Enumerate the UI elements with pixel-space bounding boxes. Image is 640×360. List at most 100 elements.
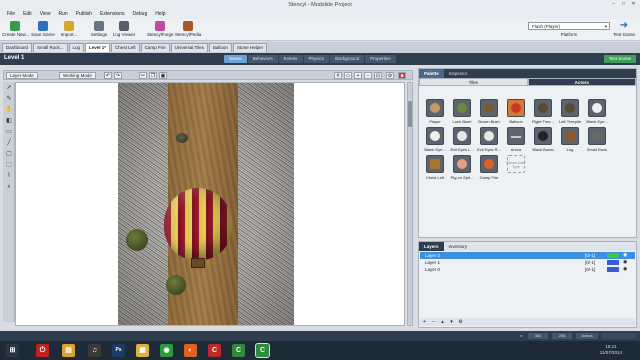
small-rock-actor[interactable] <box>176 133 188 143</box>
chrome-icon[interactable]: ◉ <box>160 344 173 357</box>
working-mode-button[interactable]: Working Mode <box>59 72 96 79</box>
view-icon[interactable]: ▭ <box>344 72 352 79</box>
actor-balloon[interactable]: Balloon <box>504 99 528 124</box>
close-icon[interactable]: ✕ <box>629 1 638 8</box>
actor-evil-eyes-r[interactable]: Evil Eyes R... <box>477 127 501 152</box>
pencil-icon[interactable]: ✎ <box>4 95 14 104</box>
select-icon[interactable]: ⬚ <box>4 161 14 170</box>
minimize-icon[interactable]: – <box>609 1 618 8</box>
folder-icon[interactable]: ▤ <box>62 344 75 357</box>
menu-run[interactable]: Run <box>54 10 71 19</box>
actor-evil-eyes-l[interactable]: Evil Eyes L... <box>450 127 474 152</box>
magnify-icon[interactable]: ⌕ <box>4 183 14 192</box>
status-slider[interactable] <box>602 333 636 339</box>
bush-actor[interactable] <box>166 275 186 295</box>
layer-row-1[interactable]: Layer 1 [0/-1] ◉ <box>420 259 635 266</box>
tab-dashboard[interactable]: Dashboard <box>2 43 33 52</box>
test-game-button[interactable]: ➜ Test Game <box>611 21 637 38</box>
tab-background[interactable]: Background <box>330 55 365 63</box>
menu-edit[interactable]: Edit <box>19 10 36 19</box>
balloon-actor[interactable] <box>164 188 232 260</box>
import-button[interactable]: Import... <box>56 21 82 40</box>
actor-blank-eye[interactable]: Blank Eye... <box>585 99 609 124</box>
tab-actors[interactable]: Actors <box>527 78 636 86</box>
save-game-button[interactable]: Save Game <box>30 21 56 40</box>
tab-scene[interactable]: Scene <box>224 55 247 63</box>
actor-left-treepile[interactable]: Left Treepile <box>558 99 582 124</box>
actor-right-tree[interactable]: Right Tree... <box>531 99 555 124</box>
layer-row-2[interactable]: Layer 2 [0/-1] ◉ <box>420 252 635 259</box>
add-layer-icon[interactable]: + <box>420 318 429 326</box>
move-up-icon[interactable]: ▴ <box>438 318 447 326</box>
move-down-icon[interactable]: ▾ <box>447 318 456 326</box>
tab-inventory[interactable]: Inventory <box>444 242 473 251</box>
test-scene-button[interactable]: Test Scene <box>603 55 636 63</box>
tab-physics[interactable]: Physics <box>303 55 330 63</box>
undo-icon[interactable]: ↶ <box>104 72 112 79</box>
menu-debug[interactable]: Debug <box>129 10 152 19</box>
grid-icon[interactable]: # <box>334 72 342 79</box>
paste-icon[interactable]: ▣ <box>159 72 167 79</box>
tab-inspector[interactable]: Inspector <box>444 69 473 78</box>
actor-chest-left[interactable]: Chest Left <box>423 155 447 180</box>
tab-small-rock[interactable]: Small Rock... <box>33 43 68 52</box>
menu-publish[interactable]: Publish <box>72 10 96 19</box>
bush-actor[interactable] <box>126 229 148 251</box>
tab-tiles[interactable]: Tiles <box>419 78 528 86</box>
platform-dropdown[interactable]: Flash (Player) <box>528 22 610 30</box>
maximize-icon[interactable]: □ <box>619 1 628 8</box>
tab-balloon[interactable]: Balloon <box>208 43 232 52</box>
rect-icon[interactable]: ▢ <box>4 150 14 159</box>
layer-row-0[interactable]: Layer 0 [0/-1] ◉ <box>420 266 635 273</box>
scene-canvas[interactable] <box>15 82 405 326</box>
zoom-fit-icon[interactable]: ⊡ <box>374 72 382 79</box>
zoom-in-icon[interactable]: + <box>354 72 362 79</box>
tab-chest-left[interactable]: Chest Left <box>111 43 140 52</box>
eraser-icon[interactable]: ▭ <box>4 128 14 137</box>
photoshop-icon[interactable]: Ps <box>112 344 125 357</box>
stencylforge-button[interactable]: StencylForge <box>147 21 174 40</box>
fill-icon[interactable]: ◧ <box>4 117 14 126</box>
layer-settings-icon[interactable]: ⚙ <box>456 318 465 326</box>
app-c2-icon[interactable]: C <box>232 344 245 357</box>
actor-small-rock[interactable]: Small Rock <box>585 127 609 152</box>
hand-icon[interactable]: ✋ <box>4 106 14 115</box>
actor-camp-fire[interactable]: Camp Fire <box>477 155 501 180</box>
settings-button[interactable]: Settings <box>86 21 112 40</box>
create-actor-type-button[interactable]: Create Actor Type <box>504 155 528 173</box>
menu-file[interactable]: File <box>3 10 19 19</box>
tab-properties[interactable]: Properties <box>365 55 396 63</box>
eyedropper-icon[interactable]: ⌇ <box>4 172 14 181</box>
copy-icon[interactable]: ❐ <box>149 72 157 79</box>
actor-lush-bush[interactable]: Lush Bush <box>450 99 474 124</box>
actor-black-bomb[interactable]: Black Bomb <box>531 127 555 152</box>
layer-mode-button[interactable]: Layer Mode <box>6 72 38 79</box>
eye-icon[interactable]: ◉ <box>623 259 627 266</box>
actor-arrow[interactable]: Arrow <box>504 127 528 152</box>
actor-pig-on-spit[interactable]: Pig on Spit... <box>450 155 474 180</box>
eye-icon[interactable]: ◉ <box>623 252 627 259</box>
tab-palette[interactable]: Palette <box>419 69 444 78</box>
app-c-icon[interactable]: C <box>208 344 221 357</box>
create-new-button[interactable]: Create New... <box>2 21 29 40</box>
settings-icon[interactable]: ⚙ <box>386 72 394 79</box>
stencylpedia-button[interactable]: StencylPedia <box>175 21 201 40</box>
delete-icon[interactable]: ■ <box>398 72 406 79</box>
menu-view[interactable]: View <box>36 10 55 19</box>
cut-icon[interactable]: ✂ <box>139 72 147 79</box>
redo-icon[interactable]: ↷ <box>114 72 122 79</box>
menu-extensions[interactable]: Extensions <box>96 10 128 19</box>
tab-events[interactable]: Events <box>278 55 303 63</box>
actor-log[interactable]: Log <box>558 127 582 152</box>
tab-behaviors[interactable]: Behaviors <box>247 55 278 63</box>
remove-layer-icon[interactable]: − <box>429 318 438 326</box>
canvas-scrollbar[interactable] <box>407 82 413 326</box>
log-viewer-button[interactable]: Log Viewer <box>111 21 137 40</box>
tab-camp-fire[interactable]: Camp Fire <box>140 43 170 52</box>
level-scene[interactable] <box>118 83 294 325</box>
system-clock[interactable]: 15:21 11/07/2014 <box>600 344 622 356</box>
actor-brown-bush[interactable]: Brown Bush <box>477 99 501 124</box>
app-c3-icon[interactable]: C <box>255 343 270 358</box>
line-icon[interactable]: ╱ <box>4 139 14 148</box>
tab-layers[interactable]: Layers <box>419 242 444 251</box>
